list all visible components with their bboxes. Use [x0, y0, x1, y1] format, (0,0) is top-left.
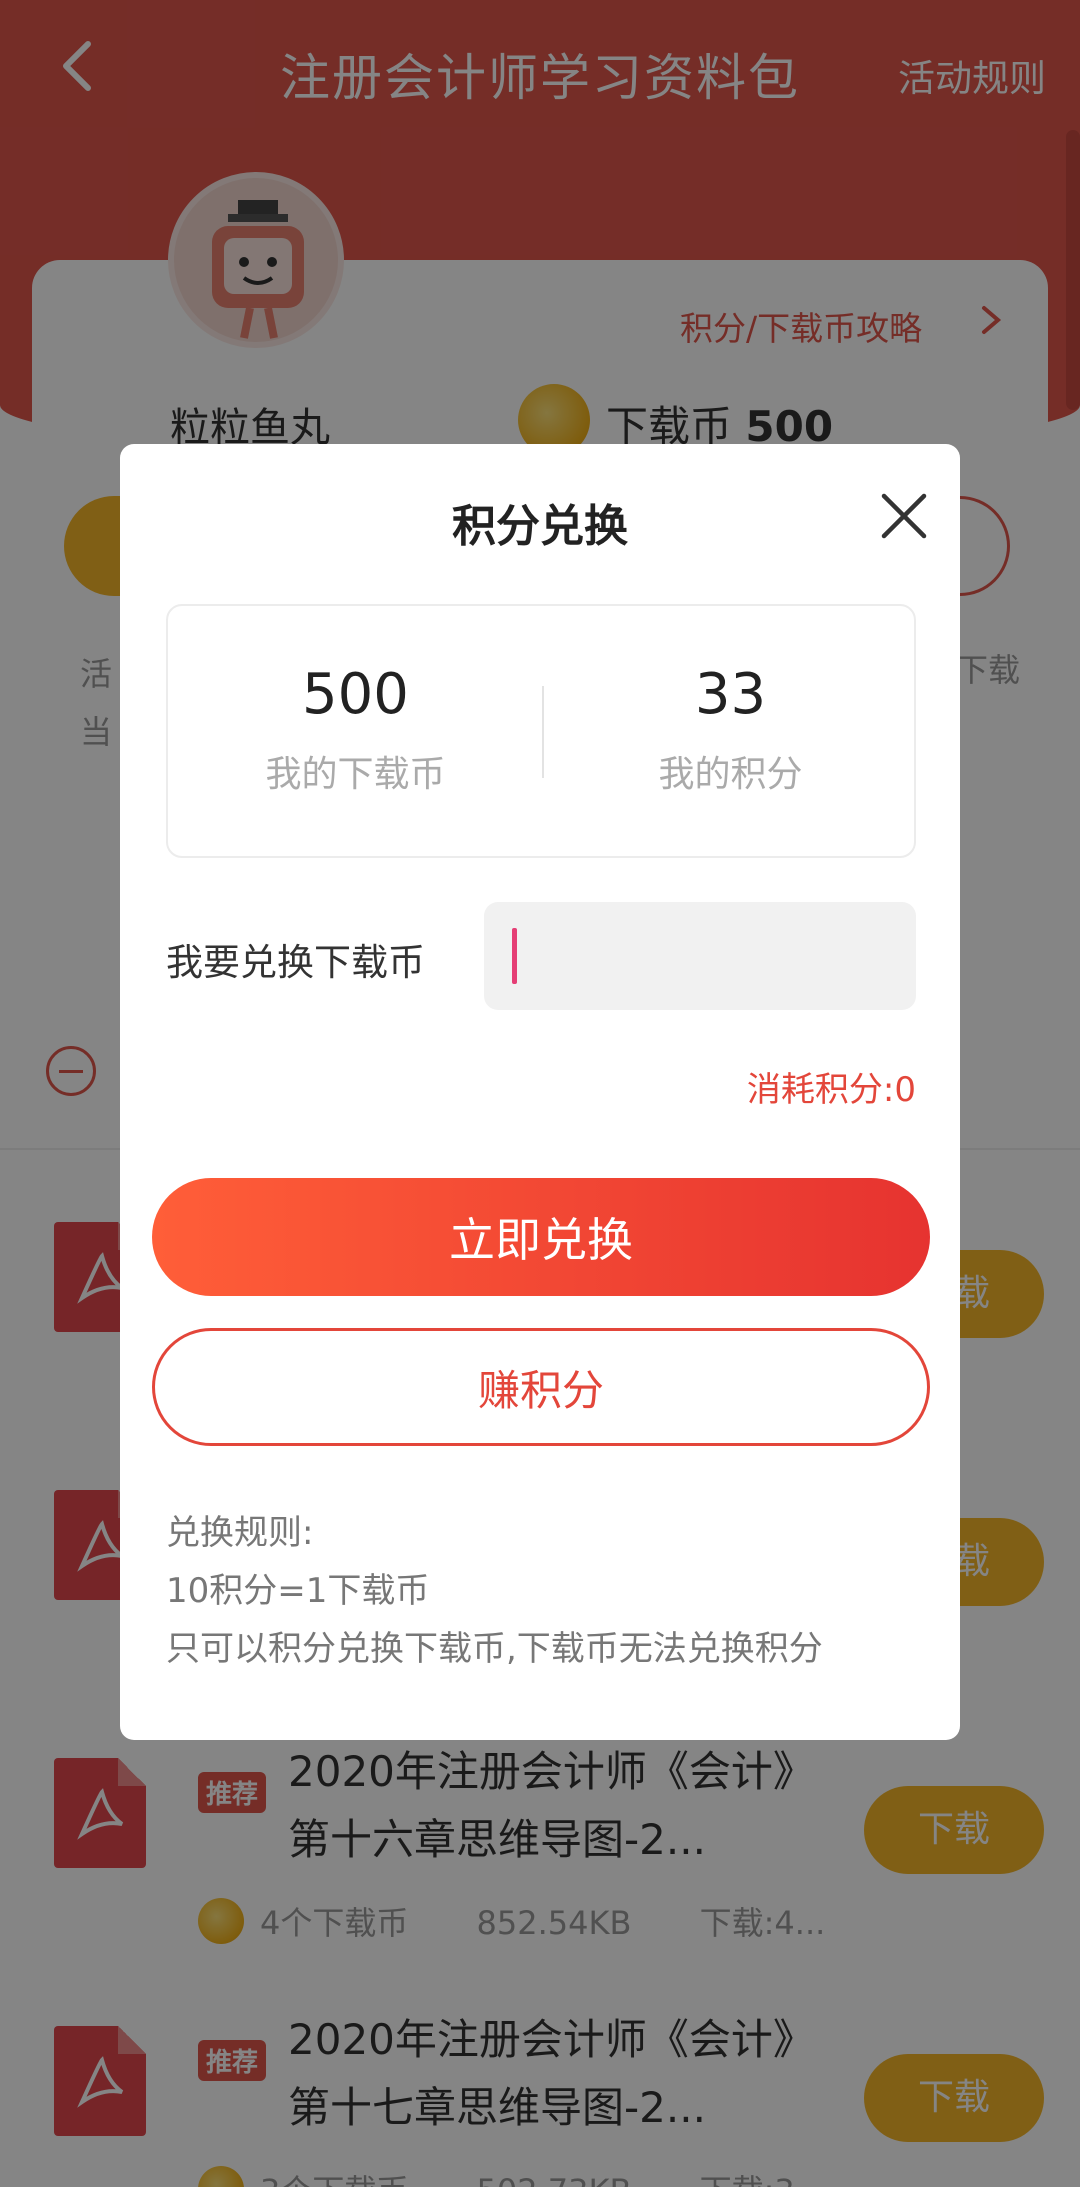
- close-icon[interactable]: [876, 488, 932, 544]
- rule-item: 10积分=1下载币: [166, 1571, 430, 1611]
- exchange-amount-label: 我要兑换下载币: [166, 941, 425, 984]
- my-coins-label: 我的下载币: [265, 754, 446, 795]
- dialog-title: 积分兑换: [452, 501, 628, 552]
- text-caret: [512, 928, 517, 984]
- balance-summary: 500 我的下载币 33 我的积分: [166, 604, 916, 858]
- earn-points-button[interactable]: 赚积分: [152, 1328, 930, 1446]
- redeem-now-button[interactable]: 立即兑换: [152, 1178, 930, 1296]
- my-coins-value: 500: [302, 662, 409, 727]
- my-coins-stat: 500 我的下载币: [168, 662, 543, 797]
- points-exchange-dialog: 积分兑换 500 我的下载币 33 我的积分 我要兑换下载币 消耗积分:0 立即…: [120, 444, 960, 1740]
- exchange-rules: 兑换规则: 10积分=1下载币 只可以积分兑换下载币,下载币无法兑换积分: [166, 1504, 823, 1678]
- rules-title: 兑换规则:: [166, 1513, 314, 1553]
- my-points-label: 我的积分: [658, 754, 803, 795]
- my-points-value: 33: [694, 662, 767, 727]
- points-cost-text: 消耗积分:0: [746, 1070, 916, 1110]
- my-points-stat: 33 我的积分: [543, 662, 918, 797]
- exchange-amount-input[interactable]: [484, 902, 916, 1010]
- rule-item: 只可以积分兑换下载币,下载币无法兑换积分: [166, 1629, 823, 1669]
